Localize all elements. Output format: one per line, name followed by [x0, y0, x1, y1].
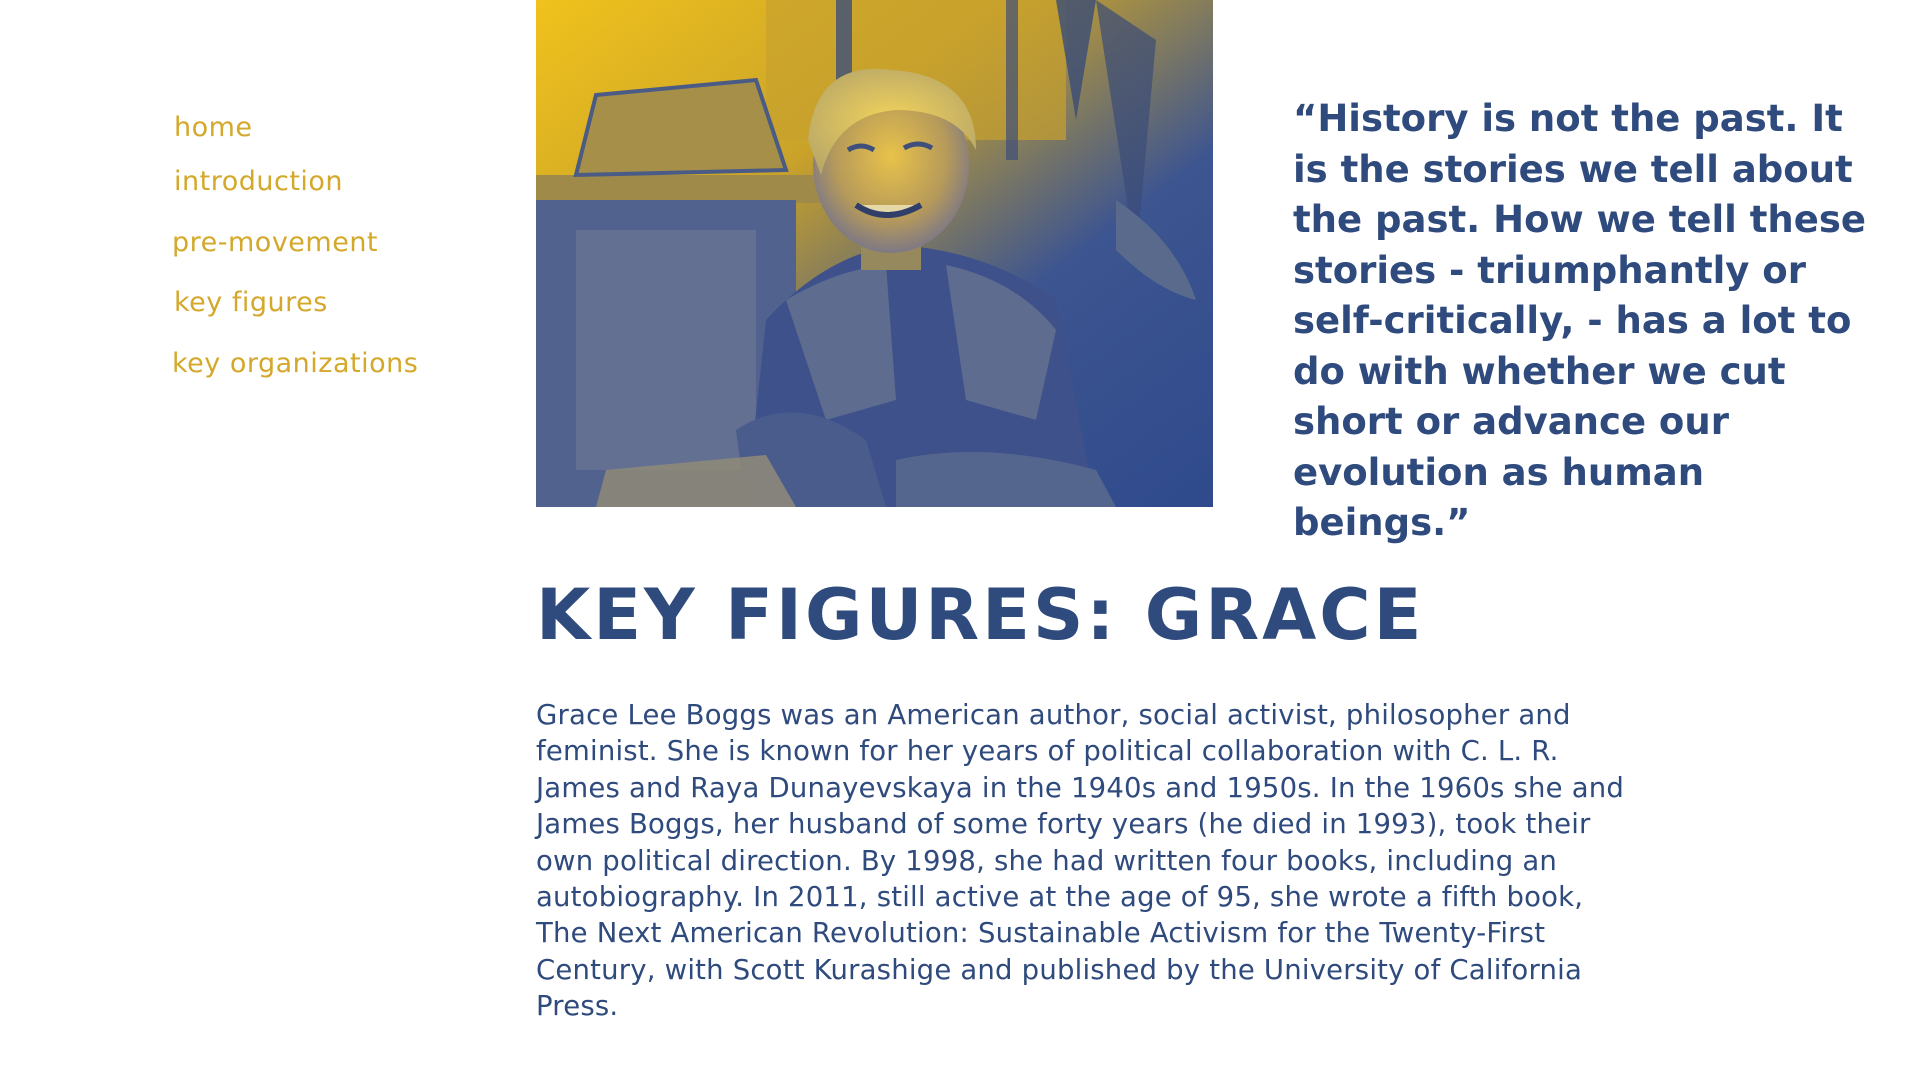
nav-item-key-figures[interactable]: key figures	[174, 287, 328, 318]
nav-item-home[interactable]: home	[174, 112, 253, 143]
nav-item-pre-movement[interactable]: pre-movement	[172, 227, 378, 258]
pull-quote: “History is not the past. It is the stor…	[1293, 97, 1866, 544]
portrait-photo	[536, 0, 1213, 507]
nav-item-introduction[interactable]: introduction	[174, 166, 343, 197]
biography-text: Grace Lee Boggs was an American author, …	[536, 699, 1625, 1023]
page-title: KEY FIGURES: GRACE	[536, 574, 1425, 656]
nav-item-key-organizations[interactable]: key organizations	[172, 348, 418, 379]
